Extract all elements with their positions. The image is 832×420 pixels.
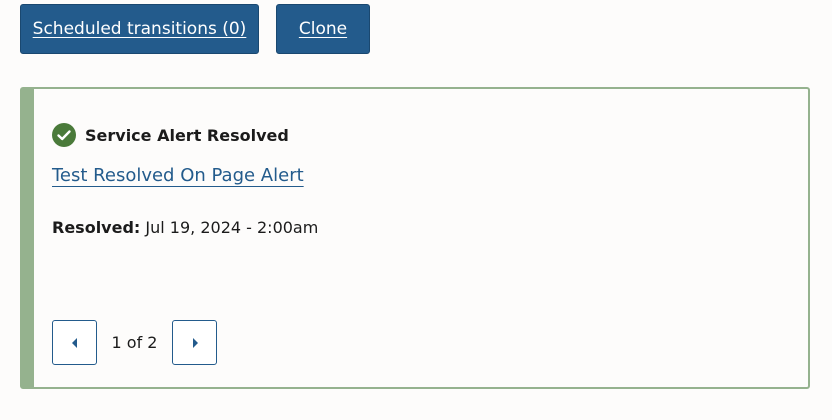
alert-header: Service Alert Resolved	[52, 123, 289, 147]
resolved-value: Jul 19, 2024 - 2:00am	[145, 218, 319, 237]
previous-page-button[interactable]	[52, 320, 97, 365]
alert-title-link[interactable]: Test Resolved On Page Alert	[52, 165, 304, 186]
check-circle-icon	[52, 123, 76, 147]
scheduled-transitions-button[interactable]: Scheduled transitions (0)	[20, 4, 259, 54]
caret-right-icon	[192, 337, 198, 348]
alert-status-text: Service Alert Resolved	[85, 125, 289, 145]
clone-button[interactable]: Clone	[276, 4, 370, 54]
toolbar: Scheduled transitions (0) Clone	[20, 4, 370, 54]
alert-pager: 1 of 2	[52, 320, 217, 365]
resolved-label: Resolved:	[52, 218, 141, 237]
caret-left-icon	[71, 337, 77, 348]
resolved-line: Resolved: Jul 19, 2024 - 2:00am	[52, 218, 318, 237]
service-alert-card: Service Alert Resolved Test Resolved On …	[20, 87, 810, 389]
next-page-button[interactable]	[172, 320, 217, 365]
page-count: 1 of 2	[111, 333, 158, 352]
